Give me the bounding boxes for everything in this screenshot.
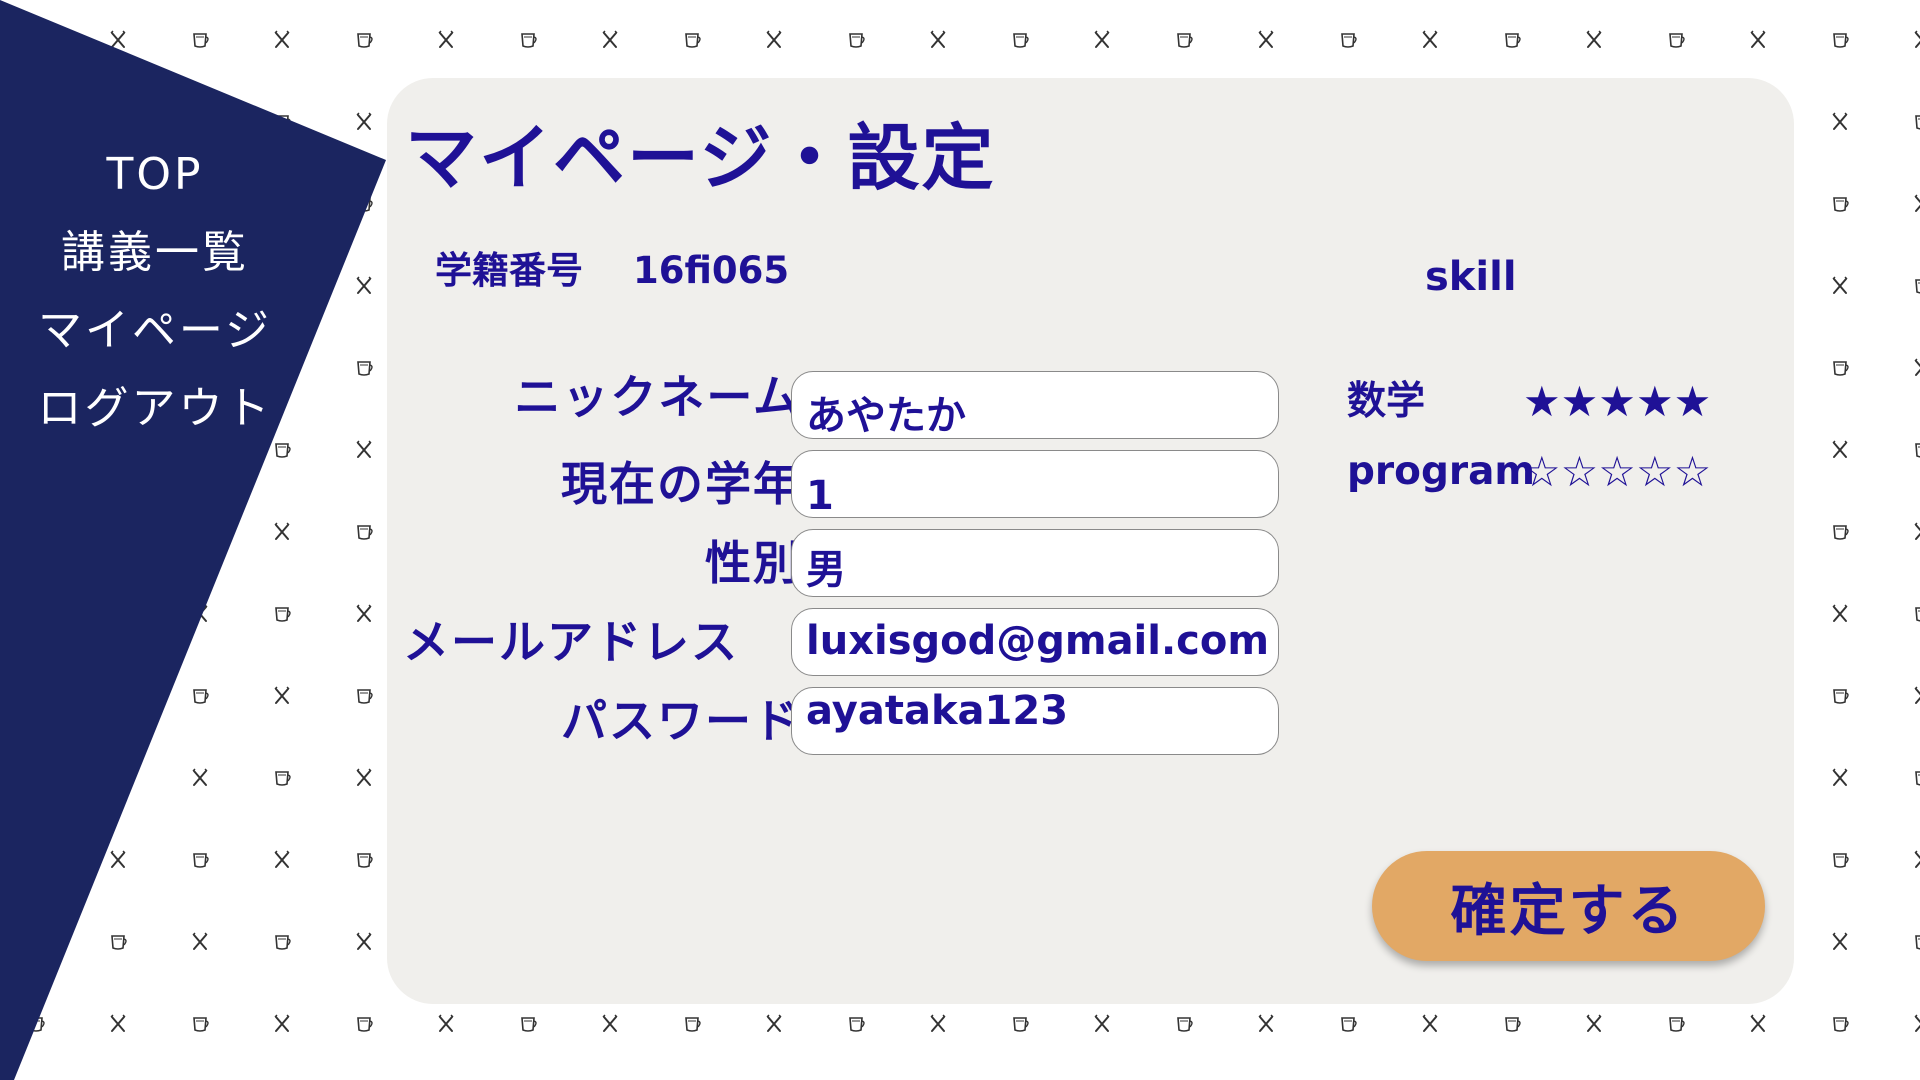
settings-panel: マイページ・設定 学籍番号 16fi065 ニックネーム あやたか 現在の学年 1… (387, 78, 1794, 1004)
nav-course-list[interactable]: 講義一覧 (0, 214, 310, 292)
grade-label: 現在の学年 (561, 457, 801, 511)
grade-input[interactable]: 1 (791, 450, 1279, 518)
nav-top[interactable]: TOP (0, 136, 310, 214)
confirm-button[interactable]: 確定する (1372, 851, 1765, 961)
student-id-label: 学籍番号 (435, 249, 583, 292)
nav-mypage[interactable]: マイページ (0, 292, 310, 370)
password-label: パスワード (561, 694, 801, 748)
email-input[interactable]: luxisgod@gmail.com (791, 608, 1279, 676)
form-row-gender: 性別 男 (387, 529, 1279, 597)
page-title: マイページ・設定 (405, 116, 996, 200)
form-row-nickname: ニックネーム あやたか (387, 370, 1279, 439)
gender-label: 性別 (705, 536, 801, 590)
gender-input[interactable]: 男 (791, 529, 1279, 597)
form-row-grade: 現在の学年 1 (387, 450, 1279, 518)
student-id-value: 16fi065 (633, 249, 790, 292)
password-input[interactable]: ayataka123 (791, 687, 1279, 755)
nav-logout[interactable]: ログアウト (0, 370, 310, 448)
skill-name: 数学 (1347, 379, 1426, 424)
form-row-password: パスワード ayataka123 (387, 687, 1279, 755)
sidebar-nav-list: TOP 講義一覧 マイページ ログアウト (0, 136, 310, 448)
form-row-email: メールアドレス luxisgod@gmail.com (387, 608, 1279, 676)
nickname-label: ニックネーム (514, 370, 801, 424)
student-id: 学籍番号 16fi065 (435, 246, 789, 296)
nickname-input[interactable]: あやたか (791, 371, 1279, 439)
skill-heading: skill (1425, 254, 1517, 300)
skill-rating-stars[interactable]: ☆☆☆☆☆ (1523, 444, 1711, 500)
skill-rating-stars[interactable]: ★★★★★ (1523, 374, 1711, 430)
skill-name: program (1347, 449, 1536, 494)
